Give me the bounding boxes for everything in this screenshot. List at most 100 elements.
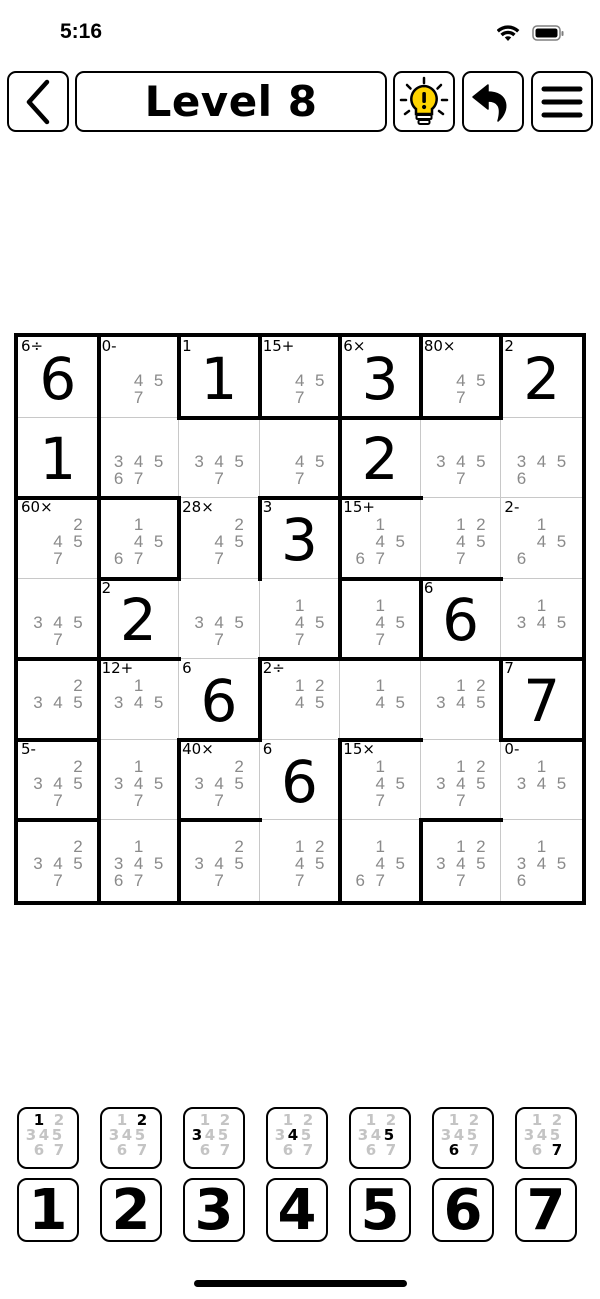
pencil-note: 7	[375, 871, 386, 891]
grid-cell[interactable]: 1 3 4 5 12+	[98, 659, 180, 740]
grid-cell[interactable]: 1457	[340, 578, 421, 660]
cage-clue: 0-	[101, 337, 117, 355]
status-time: 5:16	[60, 20, 103, 43]
grid-cell[interactable]: 12457	[260, 820, 341, 901]
grid-cell[interactable]: 6 6÷	[18, 337, 99, 418]
grid-cell[interactable]: 11	[179, 337, 260, 418]
grid-cell[interactable]: 345 67	[98, 417, 180, 499]
pencil-note: 5	[73, 773, 83, 793]
grid-cell[interactable]: 1345 6	[501, 820, 582, 901]
pencil-note: 2	[73, 515, 83, 535]
level-title-box: Level 8	[75, 71, 387, 132]
note-button-3[interactable]: 1234567	[183, 1107, 245, 1169]
cage-border	[177, 415, 262, 420]
menu-button[interactable]	[531, 71, 593, 132]
cage-border	[338, 496, 343, 581]
grid-cell[interactable]: 2 3457	[18, 820, 99, 901]
pencil-note: 4	[456, 451, 466, 471]
grid-cell[interactable]: 12 3457	[420, 739, 502, 821]
grid-cell[interactable]: 2 3 4 5 7 5-	[18, 739, 99, 821]
grid-cell[interactable]: 1 2 4 5 2÷	[259, 659, 341, 740]
number-button-5[interactable]: 5	[349, 1178, 411, 1243]
grid-cell[interactable]: 145 67	[340, 820, 421, 901]
grid-cell[interactable]: 3457	[420, 417, 502, 499]
pencil-note: 4	[53, 854, 63, 874]
grid-cell[interactable]: 12 3457	[421, 820, 502, 901]
grid-cell[interactable]: 4 5 7 15+	[259, 337, 341, 418]
grid-cell[interactable]: 1 4 5 6 7 15+	[340, 498, 421, 579]
grid-cell[interactable]: 2 3457	[179, 820, 260, 901]
grid-cell[interactable]: 1 4 5 6 2-	[501, 498, 582, 579]
grid-cell[interactable]: 3 6×	[340, 337, 421, 418]
note-button-6[interactable]: 1234567	[432, 1107, 494, 1169]
cage-border	[16, 737, 101, 742]
pencil-note: 4	[536, 451, 547, 471]
grid-cell[interactable]: 13457	[98, 739, 180, 821]
grid-cell[interactable]: 1 4 5 7 15×	[340, 739, 421, 821]
cage-border	[257, 335, 262, 420]
grid-cell[interactable]: 1 3 4 5 0-	[501, 740, 582, 821]
grid-cell[interactable]: 3457	[179, 578, 260, 660]
grid-cell[interactable]: 4 5 7 0-	[98, 337, 180, 418]
grid-cell[interactable]: 33	[259, 498, 341, 579]
grid-cell[interactable]: 2 4 5 7 28×	[179, 498, 260, 579]
grid-cell[interactable]: 145 67	[98, 498, 180, 579]
number-button-3[interactable]: 3	[183, 1178, 245, 1243]
cage-border	[418, 576, 423, 662]
pencil-note: 5	[314, 371, 325, 390]
cage-border	[96, 496, 101, 581]
pencil-note: 6	[355, 549, 366, 569]
undo-button[interactable]	[462, 71, 524, 132]
grid-cell[interactable]: 22	[98, 578, 180, 660]
pencil-note: 3	[436, 451, 446, 471]
cage-clue: 1	[182, 337, 192, 355]
pencil-note: 3	[33, 854, 43, 874]
puzzle-grid[interactable]: 6 6÷ 4 5 7 0- 1 1 4 5 7 15+ 3 6× 4 5 7 80× 2 2 1 3 4 5 6 7 3 4 5 7 4 5 7…	[14, 333, 586, 905]
pencil-note: 7	[294, 629, 305, 649]
number-button-7[interactable]: 7	[515, 1178, 577, 1243]
grid-cell[interactable]: 145	[340, 659, 421, 740]
grid-cell[interactable]: 345 6	[501, 418, 582, 499]
grid-cell[interactable]: 3457	[179, 417, 260, 499]
grid-cell[interactable]: 1	[18, 417, 99, 499]
grid-cell[interactable]: 3457	[18, 578, 99, 660]
number-button-2[interactable]: 2	[100, 1178, 162, 1243]
grid-cell[interactable]: 1345	[501, 579, 582, 660]
note-button-4[interactable]: 1234567	[266, 1107, 328, 1169]
cell-value: 2	[361, 425, 399, 494]
note-button-7[interactable]: 1234567	[515, 1107, 577, 1169]
note-button-2[interactable]: 1234567	[100, 1107, 162, 1169]
pencil-note: 2	[476, 515, 486, 535]
grid-cell[interactable]: 1345 67	[99, 820, 180, 901]
grid-cell[interactable]: 1457	[259, 578, 341, 660]
number-button-4[interactable]: 4	[266, 1178, 328, 1243]
grid-cell[interactable]: 2 4 5 7 60×	[18, 498, 99, 579]
grid-cell[interactable]: 66	[420, 578, 502, 660]
grid-cell[interactable]: 2	[340, 417, 421, 499]
pencil-note: 7	[53, 629, 63, 649]
pencil-note: 7	[294, 871, 305, 891]
pencil-note: 2	[73, 756, 83, 776]
grid-cell[interactable]: 77	[501, 659, 582, 740]
note-button-5[interactable]: 1234567	[349, 1107, 411, 1169]
grid-cell[interactable]: 66	[259, 739, 341, 821]
cage-border	[338, 415, 343, 501]
grid-cell[interactable]: 2 3 4 5 7 40×	[179, 739, 260, 821]
grid-cell[interactable]: 2 345	[18, 659, 99, 740]
number-button-1[interactable]: 1	[17, 1178, 79, 1243]
pencil-note: 7	[456, 388, 466, 407]
number-button-6[interactable]: 6	[432, 1178, 494, 1243]
pencil-note: 5	[556, 451, 567, 471]
note-button-1[interactable]: 1234567	[17, 1107, 79, 1169]
grid-cell[interactable]: 12457	[420, 498, 502, 579]
back-button[interactable]	[7, 71, 69, 132]
pencil-note: 1	[375, 837, 386, 857]
grid-cell[interactable]: 4 5 7 80×	[420, 337, 502, 418]
grid-cell[interactable]: 457	[259, 417, 341, 499]
cage-border	[96, 737, 101, 823]
hint-button[interactable]	[393, 71, 455, 132]
grid-cell[interactable]: 22	[501, 337, 582, 418]
grid-cell[interactable]: 66	[179, 659, 260, 740]
pencil-note: 7	[133, 468, 144, 488]
grid-cell[interactable]: 12 345	[420, 659, 502, 740]
